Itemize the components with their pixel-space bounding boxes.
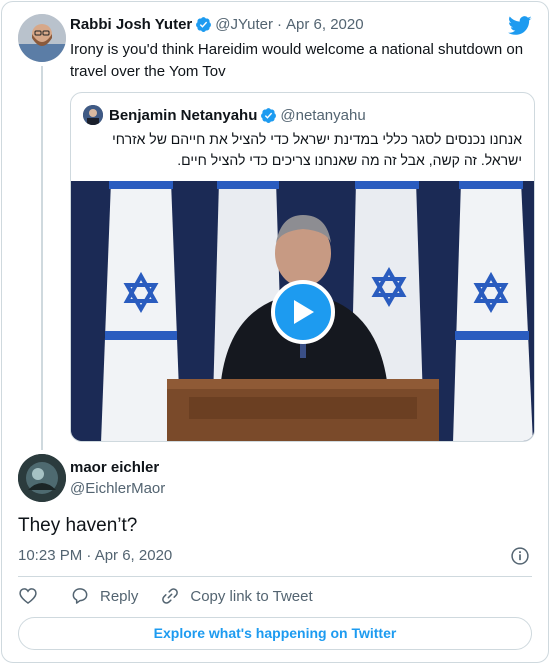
quote-header: Benjamin Netanyahu @netanyahu [83,105,366,125]
play-button[interactable] [270,280,335,344]
reply-timestamp[interactable]: 10:23 PM · Apr 6, 2020 [18,547,172,564]
tweet-date[interactable]: Apr 6, 2020 [286,16,364,33]
like-button[interactable] [18,586,48,606]
thread-line [41,66,43,450]
author-name[interactable]: Rabbi Josh Yuter [70,16,192,33]
tweet-embed-card: Rabbi Josh Yuter @JYuter · Apr 6, 2020 I… [1,1,549,663]
twitter-bird-icon[interactable] [508,16,532,36]
heart-icon [19,588,37,605]
separator-dot: · [277,16,283,33]
reply-bubble-icon [72,588,88,604]
reply-author-name[interactable]: maor eichler [70,459,159,476]
video-thumbnail[interactable] [71,181,534,441]
explore-button[interactable]: Explore what's happening on Twitter [18,617,532,650]
divider [18,576,532,577]
copy-link-button[interactable]: Copy link to Tweet [160,586,313,606]
reply-button[interactable]: Reply [70,586,138,606]
reply-tweet-text: They haven’t? [18,515,138,536]
link-icon [162,588,179,604]
avatar[interactable] [18,454,66,502]
verified-badge-icon [196,17,212,32]
avatar[interactable] [18,14,66,62]
play-icon [293,300,314,324]
quote-author-name[interactable]: Benjamin Netanyahu [109,107,257,124]
quote-author-handle[interactable]: @netanyahu [280,107,365,124]
podium [167,379,439,441]
parent-tweet[interactable]: Rabbi Josh Yuter @JYuter · Apr 6, 2020 I… [2,2,548,452]
avatar[interactable] [83,105,103,125]
copy-link-label: Copy link to Tweet [190,587,313,605]
flag-right [453,181,533,441]
parent-header: Rabbi Josh Yuter @JYuter · Apr 6, 2020 [70,16,364,33]
info-icon[interactable] [510,546,530,566]
author-handle[interactable]: @JYuter [215,16,273,33]
quoted-tweet[interactable]: Benjamin Netanyahu @netanyahu אנחנו נכנס… [70,92,535,442]
reply-author-handle[interactable]: @EichlerMaor [70,480,165,497]
action-bar: Reply Copy link to Tweet [18,586,335,606]
verified-badge-icon [261,107,277,123]
reply-label: Reply [100,587,139,605]
quote-text: אנחנו נכנסים לסגר כללי במדינת ישראל כדי … [112,131,522,168]
tweet-text: Irony is you'd think Hareidim would welc… [70,41,524,80]
